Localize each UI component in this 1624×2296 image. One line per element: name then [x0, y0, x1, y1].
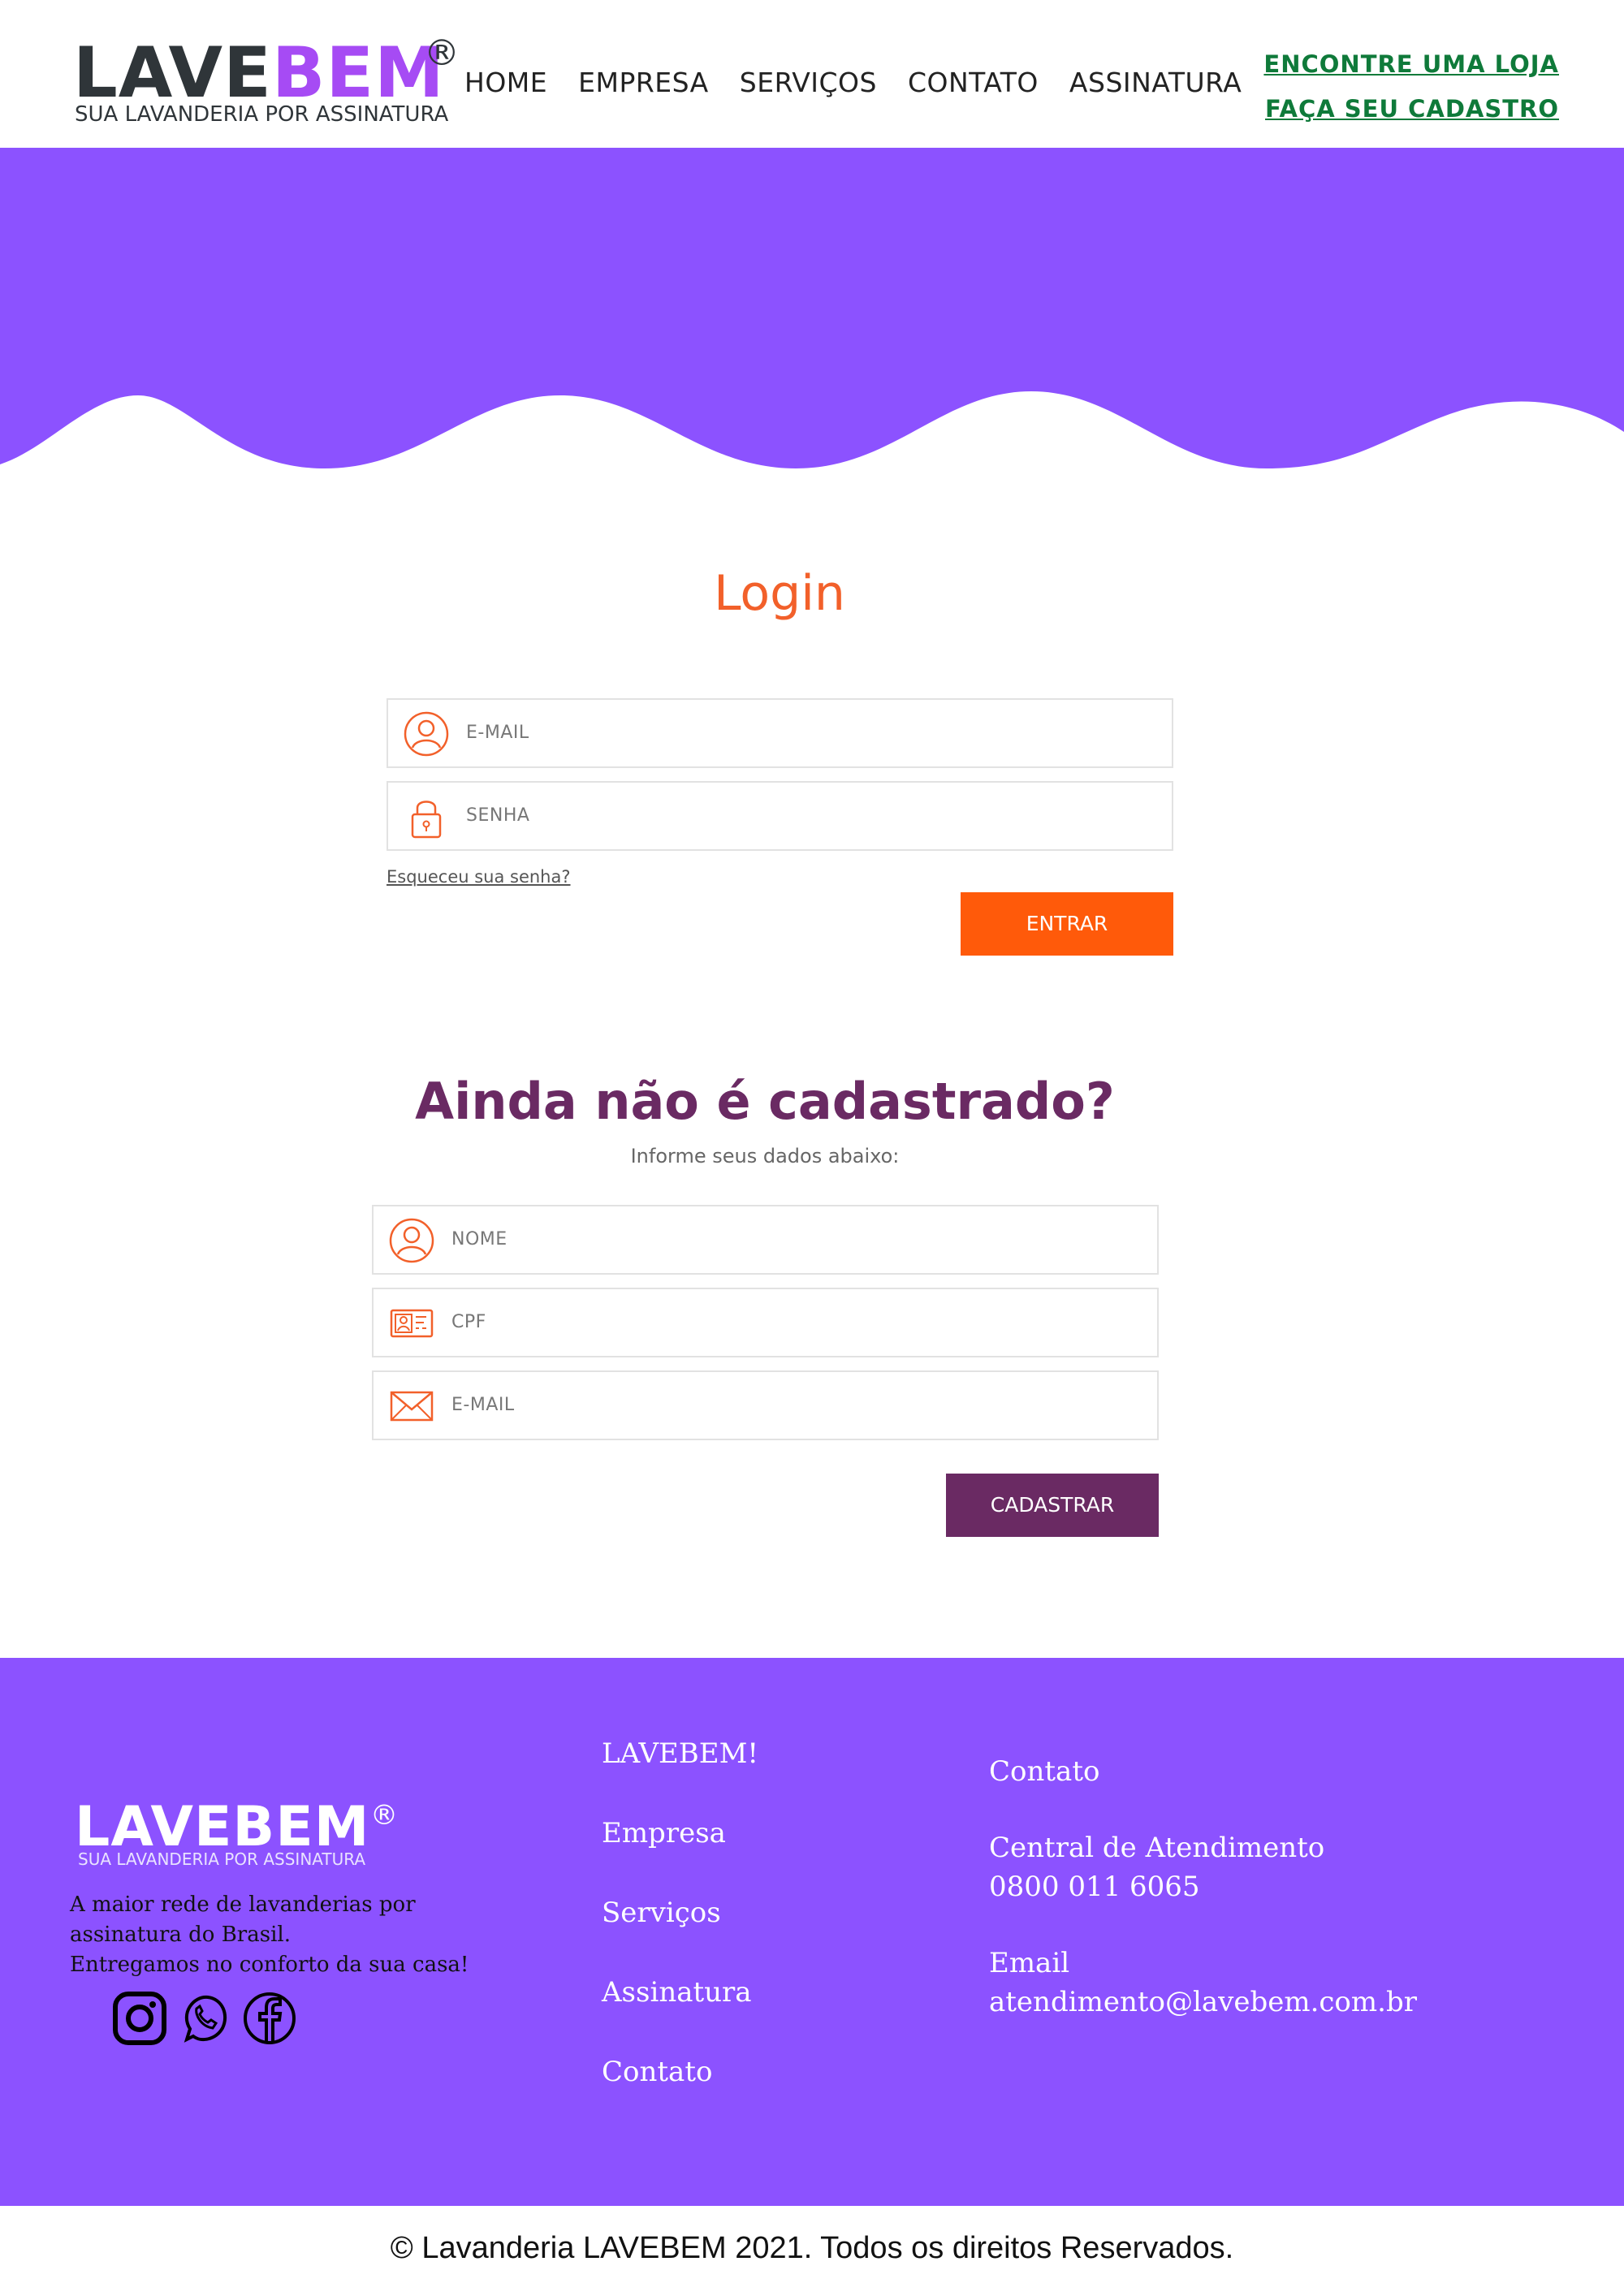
nav-servicos[interactable]: SERVIÇOS [740, 67, 877, 98]
footer-link-empresa[interactable]: Empresa [602, 1817, 758, 1897]
nav-home[interactable]: HOME [464, 67, 547, 98]
register-email-field[interactable]: E-MAIL [372, 1370, 1159, 1440]
wave-shape [0, 148, 1624, 468]
footer-registered-mark: ® [370, 1799, 398, 1832]
logo-tagline: SUA LAVANDERIA POR ASSINATURA [75, 102, 449, 127]
footer-description-line: A maior rede de lavanderias por [70, 1892, 416, 1917]
forgot-password-link[interactable]: Esqueceu sua senha? [387, 867, 571, 887]
nav-empresa[interactable]: EMPRESA [578, 67, 709, 98]
logo-part-purple: BEM [271, 32, 445, 114]
nav-contato[interactable]: CONTATO [908, 67, 1039, 98]
register-subtitle: Informe seus dados abaixo: [630, 1145, 900, 1167]
nav-assinatura[interactable]: ASSINATURA [1069, 67, 1242, 98]
facebook-icon[interactable] [242, 1991, 297, 2046]
contact-heading: Contato [989, 1755, 1100, 1788]
logo-part-dark: LAVE [73, 32, 272, 114]
footer-logo-tagline: SUA LAVANDERIA POR ASSINATURA [78, 1849, 366, 1869]
id-card-icon [388, 1300, 435, 1347]
logo[interactable]: LAVEBEM ® SUA LAVANDERIA POR ASSINATURA [73, 32, 463, 134]
site-footer: LAVEBEM ® SUA LAVANDERIA POR ASSINATURA … [0, 1658, 1624, 2206]
find-store-link[interactable]: ENCONTRE UMA LOJA [1263, 50, 1559, 78]
lock-icon [403, 793, 450, 840]
envelope-icon [388, 1383, 435, 1430]
hero-wave-banner [0, 148, 1624, 489]
footer-contact: Contato Central de Atendimento 0800 011 … [989, 1752, 1417, 2022]
footer-link-assinatura[interactable]: Assinatura [602, 1976, 758, 2056]
register-button[interactable]: CADASTRAR [946, 1474, 1159, 1537]
support-label: Central de Atendimento [989, 1832, 1325, 1864]
user-icon [403, 710, 450, 757]
user-icon [388, 1217, 435, 1264]
email-placeholder: E-MAIL [451, 1395, 515, 1415]
register-link[interactable]: FAÇA SEU CADASTRO [1265, 95, 1559, 123]
footer-link-contato[interactable]: Contato [602, 2056, 758, 2135]
register-cpf-field[interactable]: CPF [372, 1288, 1159, 1357]
registered-mark: ® [424, 32, 460, 74]
logo-wordmark: LAVEBEM [73, 32, 445, 114]
support-phone[interactable]: 0800 011 6065 [989, 1867, 1417, 1906]
footer-description-line: assinatura do Brasil. [70, 1923, 291, 1947]
name-placeholder: NOME [451, 1229, 508, 1249]
email-placeholder: E-MAIL [466, 723, 529, 743]
login-title: Login [714, 565, 845, 622]
cpf-placeholder: CPF [451, 1312, 486, 1332]
support-email[interactable]: atendimento@lavebem.com.br [989, 1983, 1417, 2022]
register-name-field[interactable]: NOME [372, 1205, 1159, 1275]
login-password-field[interactable]: SENHA [387, 781, 1173, 851]
social-links [112, 1991, 297, 2046]
footer-logo[interactable]: LAVEBEM ® SUA LAVANDERIA POR ASSINATURA [75, 1796, 432, 1877]
footer-links: LAVEBEM! Empresa Serviços Assinatura Con… [602, 1737, 758, 2135]
register-title: Ainda não é cadastrado? [415, 1072, 1115, 1131]
instagram-icon[interactable] [112, 1991, 167, 2046]
login-button[interactable]: ENTRAR [961, 892, 1173, 956]
footer-description-line: Entregamos no conforto da sua casa! [70, 1953, 469, 1977]
password-placeholder: SENHA [466, 805, 530, 826]
main-nav: HOME EMPRESA SERVIÇOS CONTATO ASSINATURA [464, 67, 1272, 98]
footer-link-lavebem[interactable]: LAVEBEM! [602, 1737, 758, 1817]
email-label: Email [989, 1947, 1070, 1979]
footer-link-servicos[interactable]: Serviços [602, 1897, 758, 1976]
whatsapp-icon[interactable] [177, 1991, 232, 2046]
footer-description: A maior rede de lavanderias por assinatu… [70, 1890, 525, 1980]
copyright: © Lavanderia LAVEBEM 2021. Todos os dire… [390, 2231, 1234, 2265]
site-header: LAVEBEM ® SUA LAVANDERIA POR ASSINATURA … [0, 0, 1624, 148]
login-email-field[interactable]: E-MAIL [387, 698, 1173, 768]
